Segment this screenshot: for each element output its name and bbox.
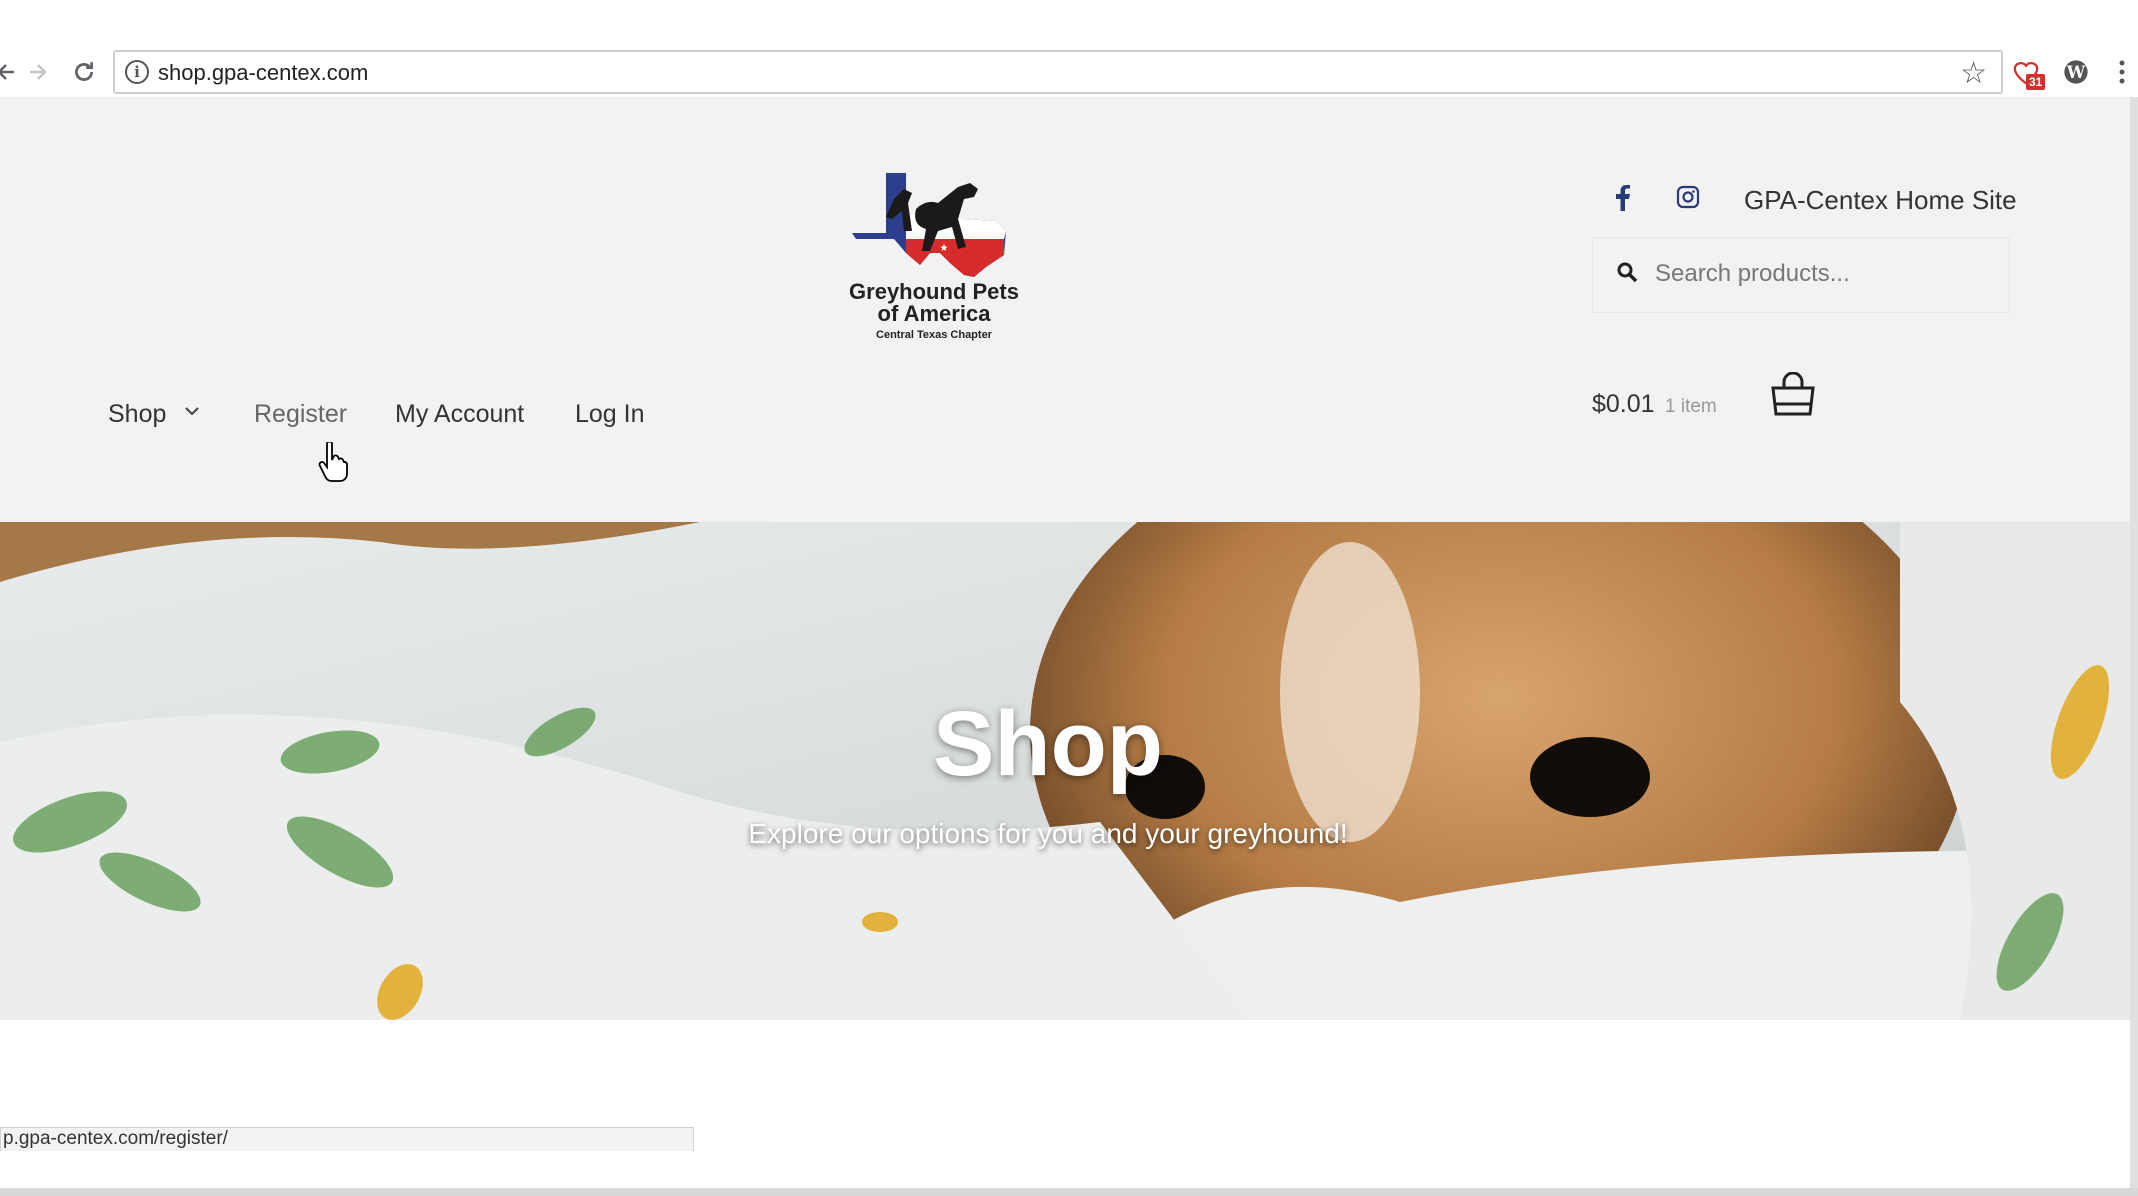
home-site-link[interactable]: GPA-Centex Home Site bbox=[1744, 185, 2017, 216]
logo-title: Greyhound Pets of America bbox=[846, 281, 1022, 325]
logo-subtitle: Central Texas Chapter bbox=[876, 329, 992, 341]
site-header: ★ Greyhound Pets of America Central Texa… bbox=[0, 97, 2130, 522]
chevron-down-icon[interactable] bbox=[184, 397, 200, 423]
hand-cursor-icon bbox=[318, 442, 348, 482]
site-logo[interactable]: ★ Greyhound Pets of America Central Texa… bbox=[846, 169, 1022, 363]
shopping-bag-icon[interactable] bbox=[1770, 372, 1816, 416]
menu-item-register[interactable]: Register bbox=[254, 400, 347, 429]
address-bar[interactable]: i shop.gpa-centex.com ☆ bbox=[113, 50, 2003, 94]
menu-item-shop[interactable]: Shop bbox=[108, 400, 166, 429]
scrollbar[interactable] bbox=[2130, 97, 2138, 1188]
url-text[interactable]: shop.gpa-centex.com bbox=[158, 60, 368, 86]
browser-toolbar: i shop.gpa-centex.com ☆ 31 W bbox=[0, 0, 2138, 95]
hero-banner: Shop Explore our options for you and you… bbox=[0, 522, 2130, 1020]
cart-count[interactable]: 1 item bbox=[1665, 396, 1717, 418]
hero-title: Shop bbox=[933, 693, 1163, 795]
svg-text:★: ★ bbox=[940, 243, 949, 254]
svg-text:W: W bbox=[2066, 63, 2086, 82]
menu-item-log-in[interactable]: Log In bbox=[575, 400, 645, 429]
product-search[interactable]: Search products... bbox=[1592, 237, 2010, 313]
search-input[interactable]: Search products... bbox=[1655, 260, 1850, 288]
hero-subtitle: Explore our options for you and your gre… bbox=[748, 818, 1348, 849]
instagram-icon[interactable] bbox=[1676, 185, 1700, 216]
reload-icon[interactable] bbox=[66, 54, 102, 90]
facebook-icon[interactable] bbox=[1616, 185, 1630, 218]
texas-dog-logo-icon: ★ bbox=[852, 173, 1006, 277]
status-bar-url: p.gpa-centex.com/register/ bbox=[0, 1127, 694, 1151]
heart-extension-icon[interactable]: 31 bbox=[2008, 54, 2046, 90]
cart-total[interactable]: $0.01 bbox=[1592, 390, 1655, 419]
logo-line-2: of America bbox=[877, 301, 991, 326]
extension-badge: 31 bbox=[2026, 74, 2046, 90]
info-icon[interactable]: i bbox=[125, 60, 149, 84]
forward-icon[interactable] bbox=[20, 54, 56, 90]
menu-item-my-account[interactable]: My Account bbox=[395, 400, 524, 429]
search-icon bbox=[1617, 262, 1638, 283]
window-bottom-border bbox=[0, 1188, 2138, 1196]
wordpress-icon[interactable]: W bbox=[2058, 54, 2094, 90]
bookmark-star-icon[interactable]: ☆ bbox=[1960, 56, 1987, 91]
browser-menu-icon[interactable] bbox=[2110, 54, 2134, 90]
